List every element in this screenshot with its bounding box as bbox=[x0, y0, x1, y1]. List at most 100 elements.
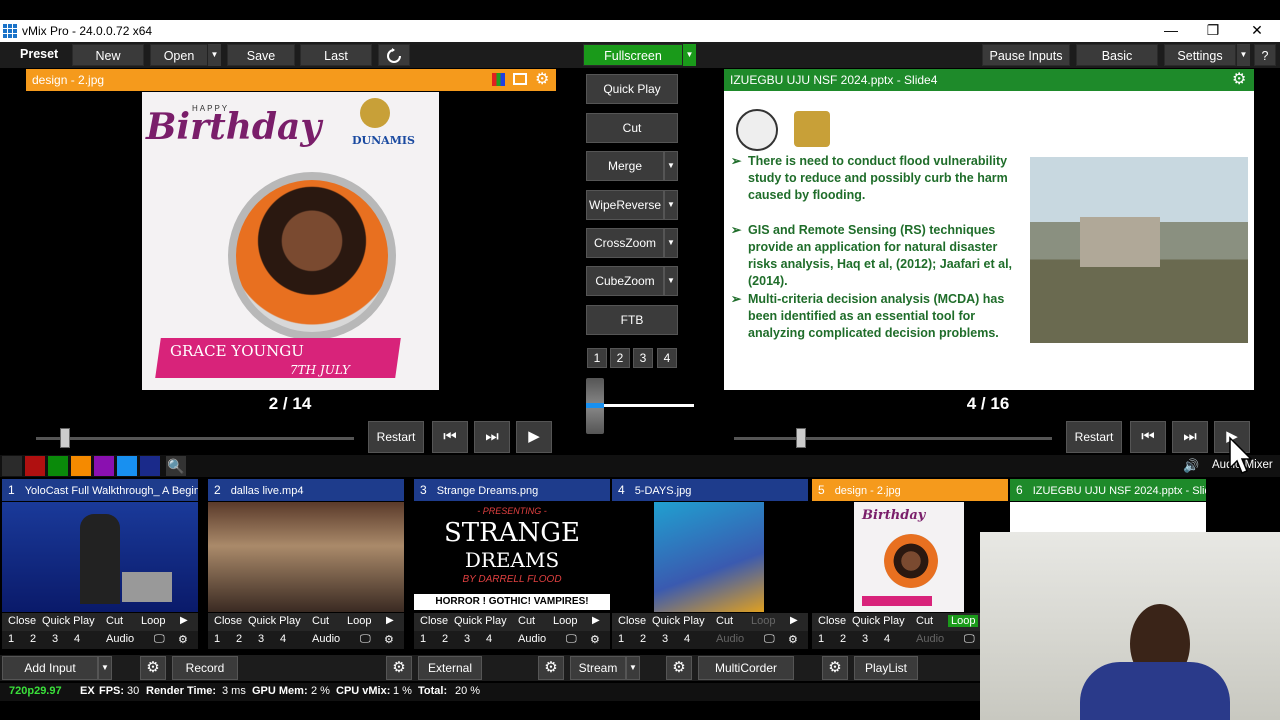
input-cut-button[interactable]: Cut bbox=[916, 615, 933, 627]
input-play-button[interactable]: ▶ bbox=[592, 615, 600, 626]
output-next-button[interactable]: ⏭ bbox=[1172, 421, 1208, 453]
add-input-dropdown-button[interactable]: ▼ bbox=[98, 656, 112, 680]
cut-button[interactable]: Cut bbox=[586, 113, 678, 143]
preview-play-button[interactable]: ▶ bbox=[516, 421, 552, 453]
preview-restart-button[interactable]: Restart bbox=[368, 421, 424, 453]
input-header[interactable]: 3 Strange Dreams.png bbox=[414, 479, 610, 501]
output-restart-button[interactable]: Restart bbox=[1066, 421, 1122, 453]
input-quick-play-button[interactable]: Quick Play bbox=[652, 615, 705, 627]
input-overlay-4-button[interactable]: 4 bbox=[280, 633, 286, 645]
input-audio-button[interactable]: Audio bbox=[916, 633, 944, 645]
input-close-button[interactable]: Close bbox=[618, 615, 646, 627]
record-settings-button[interactable]: ⚙ bbox=[140, 656, 166, 680]
input-overlay-4-button[interactable]: 4 bbox=[74, 633, 80, 645]
input-overlay-4-button[interactable]: 4 bbox=[684, 633, 690, 645]
input-audio-button[interactable]: Audio bbox=[312, 633, 340, 645]
input-cut-button[interactable]: Cut bbox=[312, 615, 329, 627]
cross-zoom-dropdown-button[interactable]: ▼ bbox=[664, 228, 678, 258]
input-quick-play-button[interactable]: Quick Play bbox=[454, 615, 507, 627]
color-swatch-4[interactable] bbox=[71, 456, 91, 476]
fullscreen-dropdown-button[interactable]: ▼ bbox=[682, 44, 696, 66]
input-gear-icon[interactable]: ⚙ bbox=[384, 633, 394, 646]
input-overlay-2-button[interactable]: 2 bbox=[840, 633, 846, 645]
input-play-button[interactable]: ▶ bbox=[790, 615, 798, 626]
window-icon[interactable] bbox=[513, 73, 527, 85]
input-play-button[interactable]: ▶ bbox=[180, 615, 188, 626]
input-thumbnail[interactable]: Birthday bbox=[812, 502, 1008, 612]
gear-icon[interactable]: ⚙ bbox=[535, 69, 549, 91]
external-button[interactable]: External bbox=[418, 656, 482, 680]
input-thumbnail[interactable] bbox=[2, 502, 198, 612]
settings-dropdown-button[interactable]: ▼ bbox=[1236, 44, 1250, 66]
transition-4-button[interactable]: 4 bbox=[657, 348, 677, 368]
preview-next-button[interactable]: ⏭ bbox=[474, 421, 510, 453]
input-loop-button[interactable]: Loop bbox=[748, 615, 778, 627]
wipe-reverse-dropdown-button[interactable]: ▼ bbox=[664, 190, 678, 220]
t-bar-track[interactable] bbox=[600, 404, 694, 407]
input-close-button[interactable]: Close bbox=[8, 615, 36, 627]
output-screen[interactable]: ➢ There is need to conduct flood vulnerab… bbox=[724, 91, 1254, 390]
input-loop-button[interactable]: Loop bbox=[948, 615, 979, 627]
open-dropdown-button[interactable]: ▼ bbox=[207, 44, 221, 66]
input-header[interactable]: 2 dallas live.mp4 bbox=[208, 479, 404, 501]
preview-seek-track[interactable] bbox=[36, 437, 354, 440]
preview-seek-thumb[interactable] bbox=[60, 428, 70, 448]
input-4[interactable]: 4 5-DAYS.jpg Close Quick Play Cut Loop ▶ … bbox=[612, 479, 808, 649]
input-overlay-2-button[interactable]: 2 bbox=[236, 633, 242, 645]
multicorder-button[interactable]: MultiCorder bbox=[698, 656, 794, 680]
input-2[interactable]: 2 dallas live.mp4 Close Quick Play Cut Lo… bbox=[208, 479, 404, 649]
quick-play-button[interactable]: Quick Play bbox=[586, 74, 678, 104]
input-quick-play-button[interactable]: Quick Play bbox=[248, 615, 301, 627]
input-audio-button[interactable]: Audio bbox=[106, 633, 134, 645]
input-overlay-1-button[interactable]: 1 bbox=[214, 633, 220, 645]
color-swatch-6[interactable] bbox=[117, 456, 137, 476]
input-overlay-2-button[interactable]: 2 bbox=[640, 633, 646, 645]
input-overlay-2-button[interactable]: 2 bbox=[30, 633, 36, 645]
playlist-settings-button[interactable]: ⚙ bbox=[822, 656, 848, 680]
input-overlay-3-button[interactable]: 3 bbox=[258, 633, 264, 645]
preview-previous-button[interactable]: ⏮ bbox=[432, 421, 468, 453]
settings-button[interactable]: Settings bbox=[1164, 44, 1236, 66]
output-seek-thumb[interactable] bbox=[796, 428, 806, 448]
add-input-button[interactable]: Add Input bbox=[2, 656, 98, 680]
stream-button[interactable]: Stream bbox=[570, 656, 626, 680]
color-icon[interactable] bbox=[492, 73, 505, 86]
input-3[interactable]: 3 Strange Dreams.png - PRESENTING - STRAN… bbox=[414, 479, 610, 649]
transition-2-button[interactable]: 2 bbox=[610, 348, 630, 368]
input-audio-button[interactable]: Audio bbox=[716, 633, 744, 645]
maximize-button[interactable]: ❐ bbox=[1198, 22, 1228, 39]
output-seek-track[interactable] bbox=[734, 437, 1052, 440]
transition-1-button[interactable]: 1 bbox=[587, 348, 607, 368]
monitor-icon[interactable]: 🖵 bbox=[964, 633, 975, 646]
external-settings-button[interactable]: ⚙ bbox=[386, 656, 412, 680]
input-5[interactable]: 5 design - 2.jpg Birthday Close Quick Pla… bbox=[812, 479, 1008, 649]
new-button[interactable]: New bbox=[72, 44, 144, 66]
multicorder-settings-button[interactable]: ⚙ bbox=[666, 656, 692, 680]
output-gear-icon[interactable]: ⚙ bbox=[1232, 69, 1246, 91]
input-quick-play-button[interactable]: Quick Play bbox=[852, 615, 905, 627]
input-cut-button[interactable]: Cut bbox=[518, 615, 535, 627]
cube-zoom-dropdown-button[interactable]: ▼ bbox=[664, 266, 678, 296]
input-thumbnail[interactable] bbox=[612, 502, 808, 612]
input-loop-button[interactable]: Loop bbox=[344, 615, 374, 627]
input-loop-button[interactable]: Loop bbox=[550, 615, 580, 627]
minimize-button[interactable]: — bbox=[1156, 22, 1186, 38]
input-overlay-3-button[interactable]: 3 bbox=[662, 633, 668, 645]
monitor-icon[interactable]: 🖵 bbox=[154, 633, 165, 646]
input-cut-button[interactable]: Cut bbox=[106, 615, 123, 627]
input-close-button[interactable]: Close bbox=[214, 615, 242, 627]
color-swatch-1[interactable] bbox=[2, 456, 22, 476]
input-gear-icon[interactable]: ⚙ bbox=[590, 633, 600, 646]
input-quick-play-button[interactable]: Quick Play bbox=[42, 615, 95, 627]
merge-dropdown-button[interactable]: ▼ bbox=[664, 151, 678, 181]
monitor-icon[interactable]: 🖵 bbox=[764, 633, 775, 646]
input-overlay-4-button[interactable]: 4 bbox=[884, 633, 890, 645]
input-thumbnail[interactable] bbox=[208, 502, 404, 612]
input-1[interactable]: 1 YoloCast Full Walkthrough_ A Beginn Clo… bbox=[2, 479, 198, 649]
input-cut-button[interactable]: Cut bbox=[716, 615, 733, 627]
wipe-reverse-button[interactable]: WipeReverse bbox=[586, 190, 664, 220]
ftb-button[interactable]: FTB bbox=[586, 305, 678, 335]
input-overlay-3-button[interactable]: 3 bbox=[862, 633, 868, 645]
input-close-button[interactable]: Close bbox=[420, 615, 448, 627]
input-play-button[interactable]: ▶ bbox=[386, 615, 394, 626]
